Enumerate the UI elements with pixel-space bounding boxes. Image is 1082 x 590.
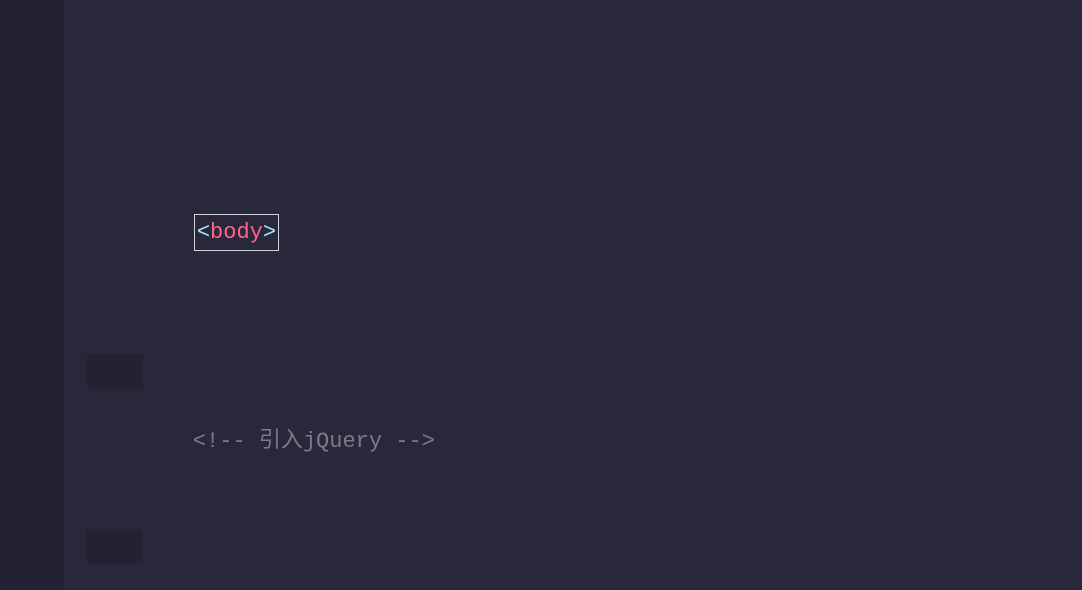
code-editor[interactable]: <body> <!-- 引入jQuery --> <script src="ht… — [0, 0, 1082, 590]
indent-guide — [87, 354, 143, 389]
comment-text: 引入jQuery — [246, 429, 396, 454]
cursor-indicator: <body> — [194, 214, 279, 251]
code-line[interactable]: <body> — [8, 144, 1082, 179]
tag-body: body — [210, 220, 263, 245]
tag-close-bracket: > — [263, 220, 276, 245]
tag-open-bracket: < — [197, 220, 210, 245]
comment-open: <!-- — [193, 429, 246, 454]
code-line[interactable]: <script src="https://code.jquery.com/jqu… — [8, 494, 1082, 529]
comment-close: --> — [395, 429, 435, 454]
code-line[interactable]: <!-- 引入jQuery --> — [8, 319, 1082, 354]
code-area[interactable]: <body> <!-- 引入jQuery --> <script src="ht… — [0, 4, 1082, 590]
indent-guide — [87, 529, 143, 564]
